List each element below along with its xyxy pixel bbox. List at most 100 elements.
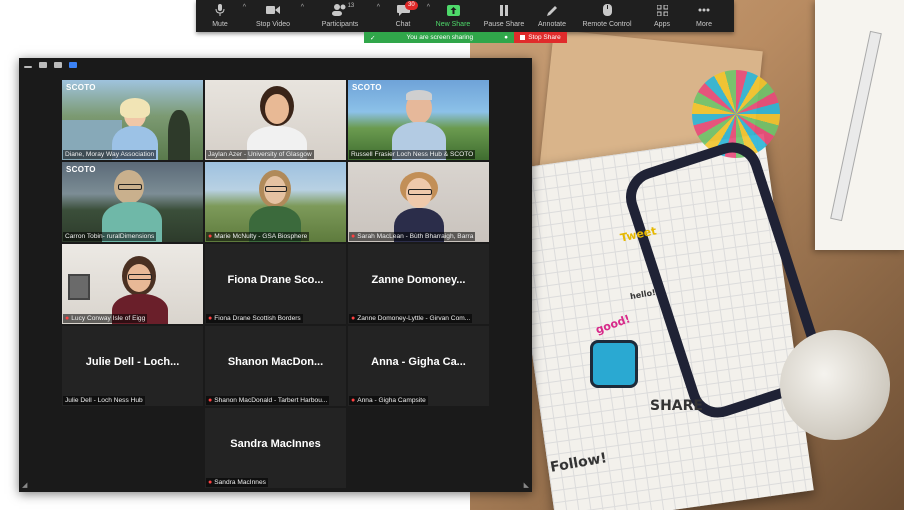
muted-microphone-icon: ● [208, 315, 213, 322]
muted-microphone-icon: ● [351, 397, 356, 404]
mute-label: Mute [212, 21, 228, 28]
participant-display-name: Zanne Domoney... [371, 274, 466, 286]
participant-name-label: Diane, Moray Way Association [63, 150, 157, 159]
participant-video [205, 162, 346, 242]
participant-name-label: ● Fiona Drane Scottish Borders [206, 314, 303, 323]
participant-tile[interactable]: Jaylan Azer - University of Glasgow [205, 80, 346, 160]
screen-sharing-text: You are screen sharing [406, 34, 474, 41]
participants-button[interactable]: 13 Participants ^ [302, 0, 380, 29]
more-icon [698, 3, 710, 17]
participant-video [348, 162, 489, 242]
apps-icon [656, 3, 668, 17]
participant-display-name: Shanon MacDon... [227, 356, 324, 368]
participants-icon [332, 3, 348, 17]
participant-video [205, 80, 346, 160]
apps-button[interactable]: Apps [640, 0, 684, 29]
stop-video-button[interactable]: Stop Video ^ [244, 0, 304, 29]
pause-icon [499, 3, 509, 17]
new-share-label: New Share [435, 21, 471, 28]
stop-icon [520, 35, 526, 40]
more-label: More [696, 21, 712, 28]
participant-tile[interactable]: Shanon MacDon... ● Shanon MacDonald - Tar… [205, 326, 346, 406]
resize-handle-icon[interactable]: ◢ [22, 481, 27, 489]
minimize-icon[interactable] [24, 65, 32, 68]
gallery-grid-icon[interactable] [69, 62, 77, 68]
video-camera-icon [266, 3, 280, 17]
stop-share-button[interactable]: Stop Share [514, 32, 567, 43]
stop-video-label: Stop Video [255, 21, 291, 28]
participant-name-label: ● Sarah MacLean - Bùth Bharraigh, Barra [349, 232, 476, 241]
pencil-icon [546, 3, 558, 17]
muted-microphone-icon: ● [208, 479, 213, 486]
speaker-view-icon[interactable] [39, 62, 47, 68]
remote-control-button[interactable]: Remote Control [574, 0, 640, 29]
meeting-toolbar: Mute ^ Stop Video ^ 13 Participants ^ 30… [196, 0, 734, 32]
crumpled-paper-decoration [780, 330, 890, 440]
participant-video [62, 162, 203, 242]
pause-share-label: Pause Share [483, 21, 525, 28]
muted-microphone-icon: ● [208, 397, 213, 404]
resize-handle-icon[interactable]: ◣ [524, 481, 529, 489]
participant-display-name: Julie Dell - Loch... [85, 356, 180, 368]
participant-tile[interactable]: ● Sarah MacLean - Bùth Bharraigh, Barra [348, 162, 489, 242]
participant-tile[interactable]: ● Lucy Conway Isle of Eigg [62, 244, 203, 324]
view-controls [24, 62, 77, 68]
participant-tile[interactable]: Fiona Drane Sco... ● Fiona Drane Scottish… [205, 244, 346, 324]
participant-name-label: ● Zanne Domoney-Lyttle - Girvan Com... [349, 314, 473, 323]
participant-name-label: ● Marie McNulty - GSA Biosphere [206, 232, 310, 241]
screen-sharing-banner: ✓ You are screen sharing ● [364, 32, 514, 43]
participant-name-label: ● Sandra MacInnes [206, 478, 268, 487]
participant-display-name: Fiona Drane Sco... [227, 274, 324, 286]
muted-microphone-icon: ● [351, 315, 356, 322]
participant-tile[interactable]: Sandra MacInnes ● Sandra MacInnes [205, 408, 346, 488]
apps-label: Apps [654, 21, 670, 28]
participant-name-label: Jaylan Azer - University of Glasgow [206, 150, 314, 159]
participant-name-label: Carron Tobin- ruralDimensions [63, 232, 157, 241]
chat-button[interactable]: 30 Chat ^ [378, 0, 430, 29]
pause-share-button[interactable]: Pause Share [478, 0, 530, 29]
participant-tile[interactable]: ● Marie McNulty - GSA Biosphere [205, 162, 346, 242]
more-button[interactable]: More [684, 0, 724, 29]
muted-microphone-icon: ● [351, 233, 356, 240]
desk-background-image: Tweet good! SHARE Follow! hello! [470, 0, 904, 510]
scoto-logo: SCOTO [352, 83, 382, 92]
microphone-icon [215, 3, 225, 17]
participant-tile[interactable]: Anna - Gigha Ca... ● Anna - Gigha Campsit… [348, 326, 489, 406]
new-share-button[interactable]: New Share [428, 0, 478, 29]
scoto-logo: SCOTO [66, 165, 96, 174]
stop-share-label: Stop Share [528, 34, 561, 41]
participant-video [62, 244, 203, 324]
participant-video [62, 80, 203, 160]
muted-microphone-icon: ● [208, 233, 213, 240]
participant-tile[interactable]: Zanne Domoney... ● Zanne Domoney-Lyttle -… [348, 244, 489, 324]
participant-display-name: Anna - Gigha Ca... [371, 356, 466, 368]
participant-name-label: ● Shanon MacDonald - Tarbert Harbou... [206, 396, 330, 405]
chat-label: Chat [395, 21, 411, 28]
share-screen-icon [446, 3, 460, 17]
participant-name-label: ● Anna - Gigha Campsite [349, 396, 428, 405]
participants-label: Participants [321, 21, 359, 28]
participant-display-name: Sandra MacInnes [230, 438, 321, 450]
muted-microphone-icon: ● [65, 315, 70, 322]
mouse-icon [602, 3, 612, 17]
participants-count: 13 [347, 3, 355, 9]
thumbs-up-doodle [590, 340, 638, 388]
mute-button[interactable]: Mute ^ [196, 0, 246, 29]
participant-name-label: Russell Frasier Loch Ness Hub & SCOTO [349, 150, 476, 159]
chat-unread-badge: 30 [405, 1, 418, 10]
doodle-share: SHARE [650, 398, 703, 414]
gallery-view-window: SCOTO Diane, Moray Way Association Jayla… [19, 58, 532, 492]
scoto-logo: SCOTO [66, 83, 96, 92]
shield-icon: ● [504, 34, 508, 41]
list-view-icon[interactable] [54, 62, 62, 68]
participant-tile[interactable]: SCOTO Carron Tobin- ruralDimensions [62, 162, 203, 242]
participant-name-label: Julie Dell - Loch Ness Hub [63, 396, 145, 405]
pin-icon[interactable]: ✓ [370, 34, 375, 42]
participant-video [348, 80, 489, 160]
annotate-button[interactable]: Annotate [530, 0, 574, 29]
participant-tile-active-speaker[interactable]: SCOTO Russell Frasier Loch Ness Hub & SC… [348, 80, 489, 160]
participant-name-label: ● Lucy Conway Isle of Eigg [63, 314, 148, 323]
participant-tile[interactable]: SCOTO Diane, Moray Way Association [62, 80, 203, 160]
remote-control-label: Remote Control [582, 21, 632, 28]
participant-tile[interactable]: Julie Dell - Loch... Julie Dell - Loch N… [62, 326, 203, 406]
